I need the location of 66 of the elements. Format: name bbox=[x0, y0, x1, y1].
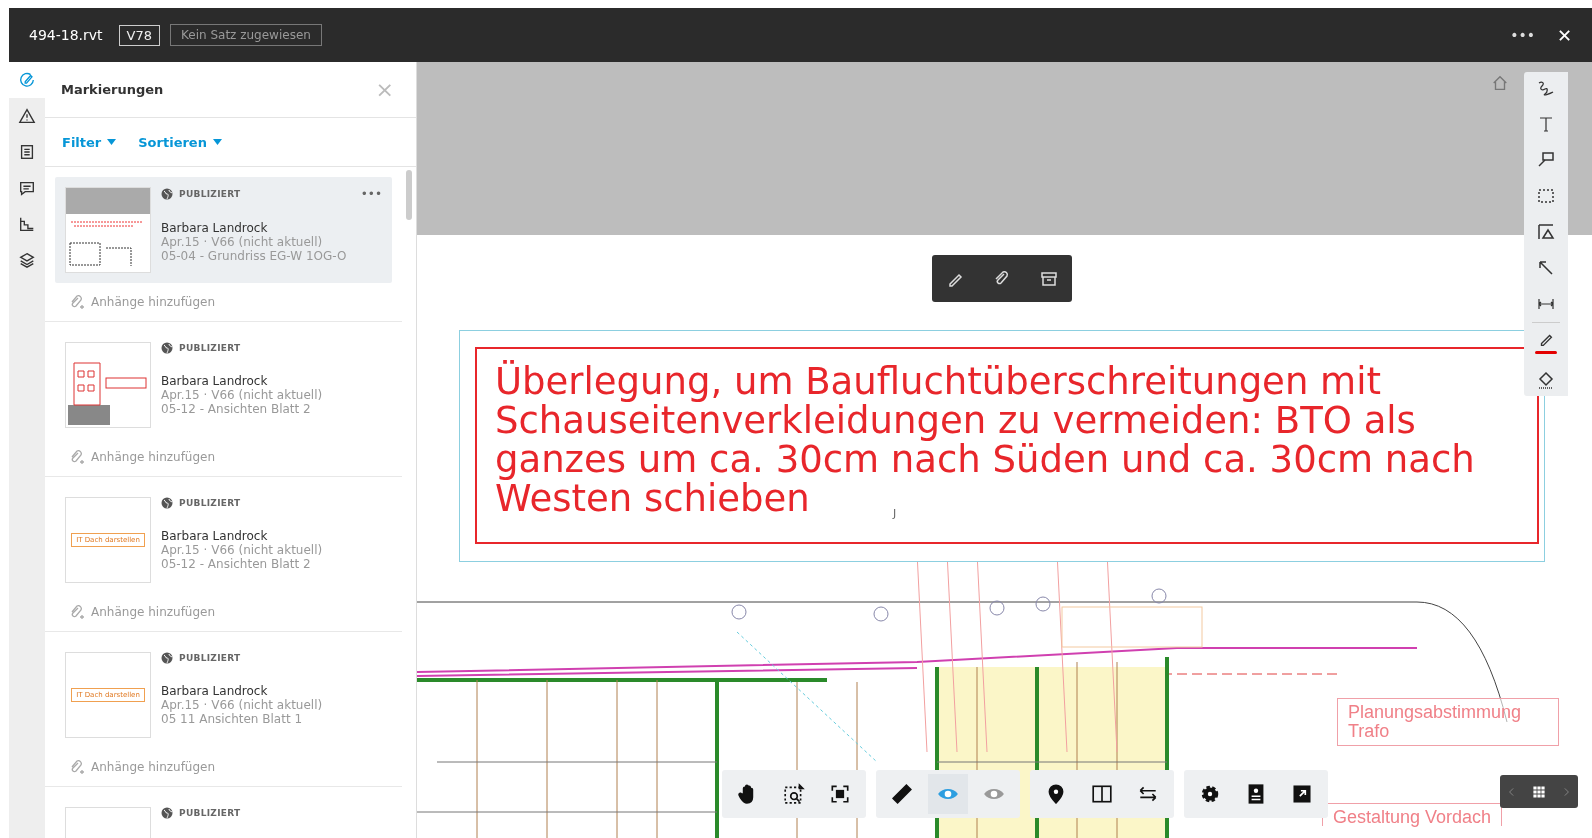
sheet-name: 05-04 - Grundriss EG-W 1OG-O bbox=[161, 249, 348, 263]
fullscreen-icon bbox=[1291, 783, 1313, 805]
sort-dropdown[interactable]: Sortieren bbox=[138, 134, 222, 150]
close-button[interactable]: ✕ bbox=[1550, 24, 1578, 46]
globe-icon bbox=[161, 342, 173, 354]
dashed-rectangle-icon[interactable] bbox=[1536, 186, 1556, 206]
markup-date: Apr.15 · V66 (nicht aktuell) bbox=[161, 235, 324, 249]
squiggle-icon[interactable] bbox=[1536, 78, 1556, 98]
status-label: PUBLIZIERT bbox=[179, 498, 242, 508]
comment-icon[interactable] bbox=[18, 179, 36, 197]
markup-card[interactable]: PUBLIZIERT Barbara Landrock Apr.15 · V66 (nicht aktuell) 05-12 - Ansichten Blatt 2 bbox=[55, 332, 392, 438]
warning-icon[interactable] bbox=[18, 107, 36, 125]
caret-icon bbox=[212, 139, 222, 145]
zoom-window-icon bbox=[783, 783, 805, 805]
fit-view-icon bbox=[829, 783, 851, 805]
status-label: PUBLIZIERT bbox=[179, 653, 242, 663]
markup-date: Apr.15 · V66 (nicht aktuell) bbox=[161, 698, 324, 712]
fill-bucket-icon[interactable] bbox=[1536, 370, 1556, 390]
markup-card[interactable]: PUBLIZIERT bbox=[55, 797, 392, 838]
add-attachment-link[interactable]: Anhänge hinzufügen bbox=[91, 760, 216, 774]
author-name: Barbara Landrock bbox=[161, 374, 269, 388]
add-attachment-link[interactable]: Anhänge hinzufügen bbox=[91, 295, 216, 309]
author-name: Barbara Landrock bbox=[161, 529, 269, 543]
text-markup[interactable]: Gestaltung Vordach bbox=[1322, 803, 1503, 826]
paperclip-icon bbox=[69, 605, 85, 619]
sheet-name: 05-12 - Ansichten Blatt 2 bbox=[161, 402, 312, 416]
grid-label: J bbox=[893, 507, 897, 520]
status-label: PUBLIZIERT bbox=[179, 343, 242, 353]
layers-icon[interactable] bbox=[18, 251, 36, 269]
more-button[interactable]: ••• bbox=[1504, 27, 1541, 43]
file-name: 494-18.rvt bbox=[29, 27, 103, 43]
text-markup[interactable]: Planungsabstimmung Trafo bbox=[1337, 698, 1559, 746]
author-name: Barbara Landrock bbox=[161, 684, 269, 698]
markup-date: Apr.15 · V66 (nicht aktuell) bbox=[161, 388, 324, 402]
filter-dropdown[interactable]: Filter bbox=[62, 134, 117, 150]
version-badge[interactable]: V78 bbox=[118, 24, 160, 46]
status-label: PUBLIZIERT bbox=[179, 189, 242, 199]
add-attachment-link[interactable]: Anhänge hinzufügen bbox=[91, 450, 216, 464]
split-view-icon bbox=[1091, 783, 1113, 805]
shape-icon[interactable] bbox=[1536, 222, 1556, 242]
author-name: Barbara Landrock bbox=[161, 221, 269, 235]
sheet-name: 05 11 Ansichten Blatt 1 bbox=[161, 712, 304, 726]
grid-icon[interactable] bbox=[1531, 783, 1547, 800]
sheets-icon[interactable] bbox=[18, 215, 36, 233]
globe-icon bbox=[161, 188, 173, 200]
scrollbar[interactable] bbox=[406, 170, 412, 220]
document-icon[interactable] bbox=[18, 143, 36, 161]
markup-card[interactable]: PUBLIZIERT ••• Barbara Landrock Apr.15 · V66 (nicht aktuell) 05-04 - Grundriss EG-W 1OG-O bbox=[55, 177, 392, 283]
globe-icon bbox=[161, 652, 173, 664]
markup-date: Apr.15 · V66 (nicht aktuell) bbox=[161, 543, 324, 557]
markup-selection-frame[interactable] bbox=[459, 330, 1545, 562]
globe-icon bbox=[161, 497, 173, 509]
panel-title: Markierungen bbox=[61, 82, 165, 97]
set-button[interactable]: Kein Satz zugewiesen bbox=[170, 24, 322, 46]
status-label: PUBLIZIERT bbox=[179, 808, 242, 818]
globe-icon bbox=[161, 807, 173, 819]
paperclip-icon bbox=[69, 295, 85, 309]
add-attachment-link[interactable]: Anhänge hinzufügen bbox=[91, 605, 216, 619]
paperclip-icon bbox=[69, 760, 85, 774]
caret-icon bbox=[107, 139, 117, 145]
ruler-icon bbox=[891, 783, 913, 805]
more-button[interactable]: ••• bbox=[360, 187, 382, 201]
sheet-name: 05-12 - Ansichten Blatt 2 bbox=[161, 557, 312, 571]
markup-icon[interactable] bbox=[18, 71, 36, 89]
paperclip-icon bbox=[69, 450, 85, 464]
settings-icon bbox=[1199, 783, 1221, 805]
